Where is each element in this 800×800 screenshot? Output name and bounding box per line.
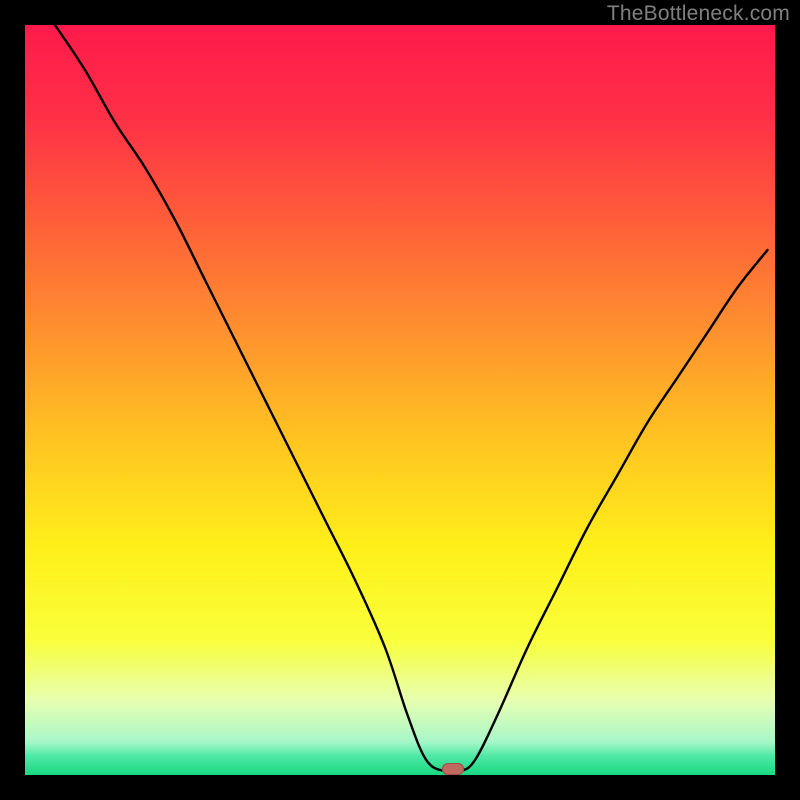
plot-area bbox=[25, 25, 775, 775]
watermark-text: TheBottleneck.com bbox=[607, 2, 790, 26]
optimal-marker bbox=[442, 763, 464, 775]
bottleneck-curve bbox=[25, 25, 775, 775]
chart-frame: TheBottleneck.com bbox=[0, 0, 800, 800]
